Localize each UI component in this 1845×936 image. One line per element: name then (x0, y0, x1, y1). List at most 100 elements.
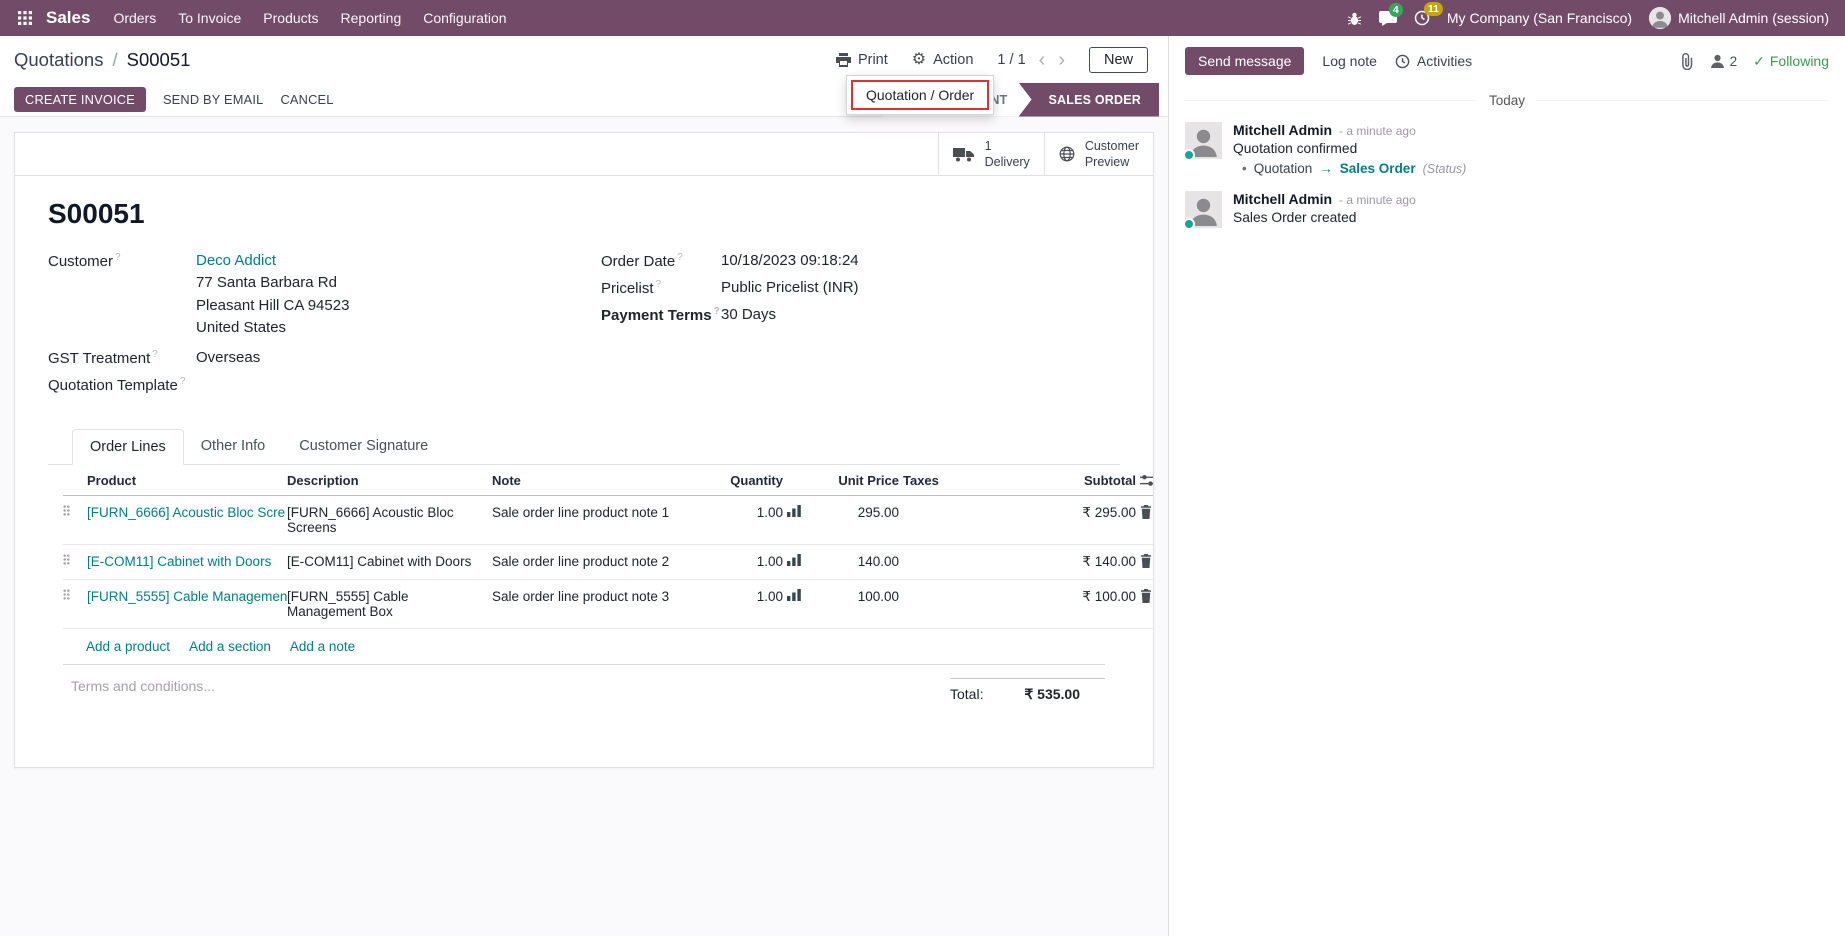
payment-terms-value[interactable]: 30 Days (721, 306, 776, 324)
note-cell[interactable]: Sale order line product note 3 (492, 579, 692, 628)
followers-count: 2 (1730, 54, 1738, 69)
online-status-dot (1183, 218, 1195, 230)
col-header-taxes[interactable]: Taxes (903, 465, 993, 496)
nav-item-to-invoice[interactable]: To Invoice (167, 0, 252, 36)
navbar-right: 4 11 My Company (San Francisco) Mitchell… (1347, 7, 1829, 29)
unit-price-cell[interactable]: 140.00 (813, 544, 903, 579)
company-switcher[interactable]: My Company (San Francisco) (1447, 10, 1632, 26)
nav-item-products[interactable]: Products (252, 0, 329, 36)
forecast-chart-icon[interactable] (787, 505, 809, 517)
message-list: Mitchell Admin - a minute ago Quotation … (1169, 122, 1845, 228)
forecast-chart-icon[interactable] (787, 589, 809, 601)
action-button[interactable]: ⚙ Action (912, 52, 974, 68)
tab-other-info[interactable]: Other Info (184, 429, 282, 464)
nav-item-orders[interactable]: Orders (102, 0, 167, 36)
drag-handle-icon[interactable] (63, 554, 83, 565)
nav-item-configuration[interactable]: Configuration (412, 0, 517, 36)
delivery-label: Delivery (985, 155, 1030, 169)
address-line-2: Pleasant Hill CA 94523 (196, 295, 349, 318)
create-invoice-button[interactable]: CREATE INVOICE (14, 87, 146, 112)
drag-handle-icon[interactable] (63, 589, 83, 600)
breadcrumb-quotations-link[interactable]: Quotations (14, 49, 103, 71)
optional-columns-icon[interactable] (1140, 474, 1154, 487)
taxes-cell[interactable] (903, 579, 993, 628)
col-header-note[interactable]: Note (492, 465, 692, 496)
pager-value[interactable]: 1 / 1 (997, 52, 1025, 68)
order-line-row[interactable]: [FURN_6666] Acoustic Bloc Scre [FURN_666… (63, 495, 1154, 544)
taxes-cell[interactable] (903, 544, 993, 579)
messages-menu-button[interactable]: 4 (1379, 11, 1397, 26)
cancel-button[interactable]: CANCEL (280, 92, 333, 107)
user-menu[interactable]: Mitchell Admin (session) (1649, 7, 1829, 29)
delivery-stat-button[interactable]: 1Delivery (938, 133, 1044, 175)
print-button[interactable]: Print (836, 52, 888, 68)
log-note-button[interactable]: Log note (1322, 53, 1377, 69)
message-author-avatar[interactable] (1185, 191, 1222, 228)
add-a-note-link[interactable]: Add a note (290, 639, 355, 654)
tab-order-lines[interactable]: Order Lines (72, 429, 184, 465)
pager-previous-icon[interactable]: ‹ (1039, 50, 1046, 70)
debug-bug-icon[interactable] (1347, 11, 1362, 26)
followers-button[interactable]: 2 (1710, 54, 1738, 69)
unit-price-cell[interactable]: 295.00 (813, 495, 903, 544)
send-message-button[interactable]: Send message (1185, 47, 1304, 75)
delete-row-icon[interactable] (1140, 554, 1154, 568)
navbar-left: Sales Orders To Invoice Products Reporti… (8, 0, 518, 36)
menu-item-quotation-order[interactable]: Quotation / Order (851, 80, 989, 110)
customer-preview-stat-button[interactable]: CustomerPreview (1044, 133, 1153, 175)
delete-row-icon[interactable] (1140, 505, 1154, 519)
messages-count-badge: 4 (1389, 3, 1403, 17)
pager-next-icon[interactable]: › (1058, 50, 1065, 70)
col-header-product[interactable]: Product (87, 465, 287, 496)
app-name[interactable]: Sales (42, 8, 102, 28)
quantity-cell[interactable]: 1.00 (692, 544, 787, 579)
drag-handle-icon[interactable] (63, 505, 83, 516)
col-header-description[interactable]: Description (287, 465, 492, 496)
unit-price-cell[interactable]: 100.00 (813, 579, 903, 628)
product-cell[interactable]: [FURN_6666] Acoustic Bloc Scre (87, 495, 287, 544)
order-line-row[interactable]: [E-COM11] Cabinet with Doors [E-COM11] C… (63, 544, 1154, 579)
col-header-subtotal[interactable]: Subtotal (993, 465, 1140, 496)
status-step-sales-order[interactable]: SALES ORDER (1019, 83, 1160, 117)
apps-grid-icon (18, 11, 32, 25)
description-cell[interactable]: [FURN_6666] Acoustic Bloc Screens (287, 495, 492, 544)
address-line-1: 77 Santa Barbara Rd (196, 272, 349, 295)
gst-treatment-value[interactable]: Overseas (196, 349, 260, 367)
globe-icon (1059, 146, 1075, 162)
quantity-cell[interactable]: 1.00 (692, 579, 787, 628)
new-button[interactable]: New (1089, 47, 1148, 73)
order-date-value[interactable]: 10/18/2023 09:18:24 (721, 252, 859, 270)
stat-button-box: 1Delivery CustomerPreview (15, 133, 1153, 176)
add-a-section-link[interactable]: Add a section (189, 639, 271, 654)
delete-row-icon[interactable] (1140, 589, 1154, 603)
apps-menu-button[interactable] (8, 0, 42, 36)
attachments-button[interactable] (1680, 53, 1694, 70)
tab-customer-signature[interactable]: Customer Signature (282, 429, 445, 464)
col-header-quantity[interactable]: Quantity (692, 465, 787, 496)
quantity-cell[interactable]: 1.00 (692, 495, 787, 544)
order-line-row[interactable]: [FURN_5555] Cable Managemen [FURN_5555] … (63, 579, 1154, 628)
chatter-message: Mitchell Admin - a minute ago Sales Orde… (1185, 191, 1829, 228)
send-by-email-button[interactable]: SEND BY EMAIL (163, 92, 264, 107)
activities-button[interactable]: Activities (1395, 53, 1472, 69)
pricelist-value[interactable]: Public Pricelist (INR) (721, 279, 859, 297)
product-cell[interactable]: [E-COM11] Cabinet with Doors (87, 544, 287, 579)
add-a-product-link[interactable]: Add a product (86, 639, 170, 654)
customer-preview-line1: Customer (1085, 139, 1139, 153)
printer-icon (836, 53, 851, 67)
customer-value-link[interactable]: Deco Addict (196, 252, 276, 269)
note-cell[interactable]: Sale order line product note 2 (492, 544, 692, 579)
note-cell[interactable]: Sale order line product note 1 (492, 495, 692, 544)
col-header-unit-price[interactable]: Unit Price (813, 465, 903, 496)
activities-menu-button[interactable]: 11 (1414, 10, 1430, 26)
taxes-cell[interactable] (903, 495, 993, 544)
chatter-tools: 2 ✓ Following (1680, 53, 1829, 70)
following-button[interactable]: ✓ Following (1753, 53, 1829, 70)
nav-item-reporting[interactable]: Reporting (330, 0, 413, 36)
product-cell[interactable]: [FURN_5555] Cable Managemen (87, 579, 287, 628)
forecast-chart-icon[interactable] (787, 554, 809, 566)
terms-and-conditions-placeholder[interactable]: Terms and conditions... (63, 678, 215, 694)
description-cell[interactable]: [E-COM11] Cabinet with Doors (287, 544, 492, 579)
message-author-avatar[interactable] (1185, 122, 1222, 159)
description-cell[interactable]: [FURN_5555] Cable Management Box (287, 579, 492, 628)
